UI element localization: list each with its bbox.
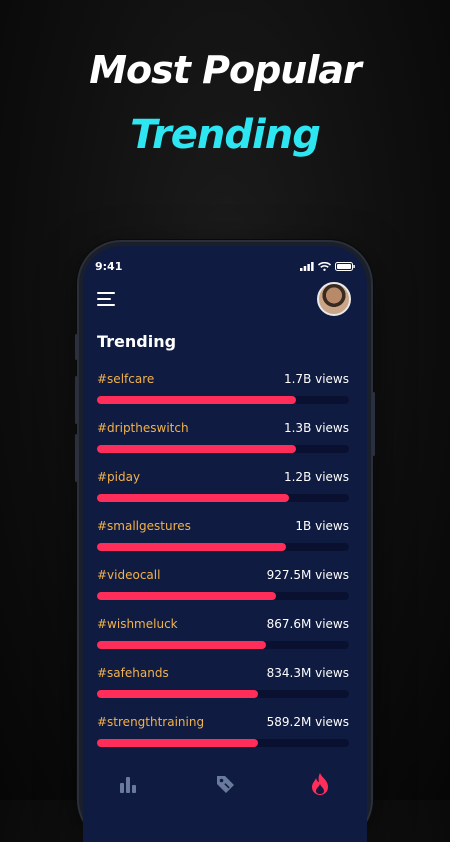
popularity-bar-fill xyxy=(97,445,297,453)
bottom-tab-bar xyxy=(83,770,367,810)
trending-row[interactable]: #safehands 834.3M views xyxy=(97,662,349,711)
popularity-bar-track xyxy=(97,641,349,649)
view-count: 927.5M views xyxy=(266,568,349,582)
popularity-bar-track xyxy=(97,445,349,453)
app-screen: 9:41 Trending #selfcare 1.7B views #drip… xyxy=(83,246,367,842)
trending-row[interactable]: #smallgestures 1B views xyxy=(97,515,349,564)
wifi-icon xyxy=(318,262,331,271)
hashtag-label: #driptheswitch xyxy=(97,421,189,435)
popularity-bar-track xyxy=(97,396,349,404)
tab-tags[interactable] xyxy=(210,770,240,798)
trending-row[interactable]: #strengthtraining 589.2M views xyxy=(97,711,349,760)
status-icons xyxy=(300,262,355,271)
bar-chart-icon xyxy=(120,777,136,793)
view-count: 867.6M views xyxy=(266,617,349,631)
promo-subheadline: Trending xyxy=(130,112,321,158)
phone-frame: 9:41 Trending #selfcare 1.7B views #drip… xyxy=(75,242,375,842)
trending-row[interactable]: #wishmeluck 867.6M views xyxy=(97,613,349,662)
battery-icon xyxy=(335,262,355,271)
popularity-bar-track xyxy=(97,592,349,600)
trending-row[interactable]: #selfcare 1.7B views xyxy=(97,368,349,417)
menu-button[interactable] xyxy=(97,291,117,307)
section-title: Trending xyxy=(97,332,177,351)
phone-power-button xyxy=(372,392,375,456)
popularity-bar-fill xyxy=(97,396,297,404)
popularity-bar-fill xyxy=(97,739,259,747)
view-count: 834.3M views xyxy=(266,666,349,680)
popularity-bar-track xyxy=(97,690,349,698)
popularity-bar-fill xyxy=(97,690,259,698)
popularity-bar-fill xyxy=(97,592,276,600)
trending-row[interactable]: #videocall 927.5M views xyxy=(97,564,349,613)
trending-list: #selfcare 1.7B views #driptheswitch 1.3B vi… xyxy=(97,368,349,760)
hamburger-menu-icon xyxy=(97,292,115,306)
hashtag-label: #selfcare xyxy=(97,372,155,386)
tab-stats[interactable] xyxy=(113,770,143,798)
hashtag-label: #piday xyxy=(97,470,141,484)
popularity-bar-fill xyxy=(97,543,286,551)
popularity-bar-track xyxy=(97,543,349,551)
view-count: 1.2B views xyxy=(283,470,349,484)
hashtag-label: #wishmeluck xyxy=(97,617,178,631)
popularity-bar-fill xyxy=(97,641,266,649)
phone-volume-up-button xyxy=(75,376,78,424)
tag-icon xyxy=(217,776,234,793)
view-count: 589.2M views xyxy=(266,715,349,729)
tab-trending[interactable] xyxy=(305,770,335,798)
view-count: 1.7B views xyxy=(283,372,349,386)
view-count: 1.3B views xyxy=(283,421,349,435)
promo-headline: Most Popular xyxy=(89,48,362,92)
popularity-bar-track xyxy=(97,494,349,502)
popularity-bar-fill xyxy=(97,494,289,502)
user-avatar[interactable] xyxy=(317,282,351,316)
view-count: 1B views xyxy=(295,519,349,533)
phone-mute-button xyxy=(75,334,78,360)
status-time: 9:41 xyxy=(95,260,123,273)
hashtag-label: #smallgestures xyxy=(97,519,191,533)
signal-icon xyxy=(300,262,314,271)
hashtag-label: #strengthtraining xyxy=(97,715,205,729)
hashtag-label: #videocall xyxy=(97,568,161,582)
phone-volume-down-button xyxy=(75,434,78,482)
status-bar: 9:41 xyxy=(95,260,355,276)
hashtag-label: #safehands xyxy=(97,666,169,680)
trending-row[interactable]: #driptheswitch 1.3B views xyxy=(97,417,349,466)
popularity-bar-track xyxy=(97,739,349,747)
flame-icon xyxy=(312,773,328,795)
trending-row[interactable]: #piday 1.2B views xyxy=(97,466,349,515)
